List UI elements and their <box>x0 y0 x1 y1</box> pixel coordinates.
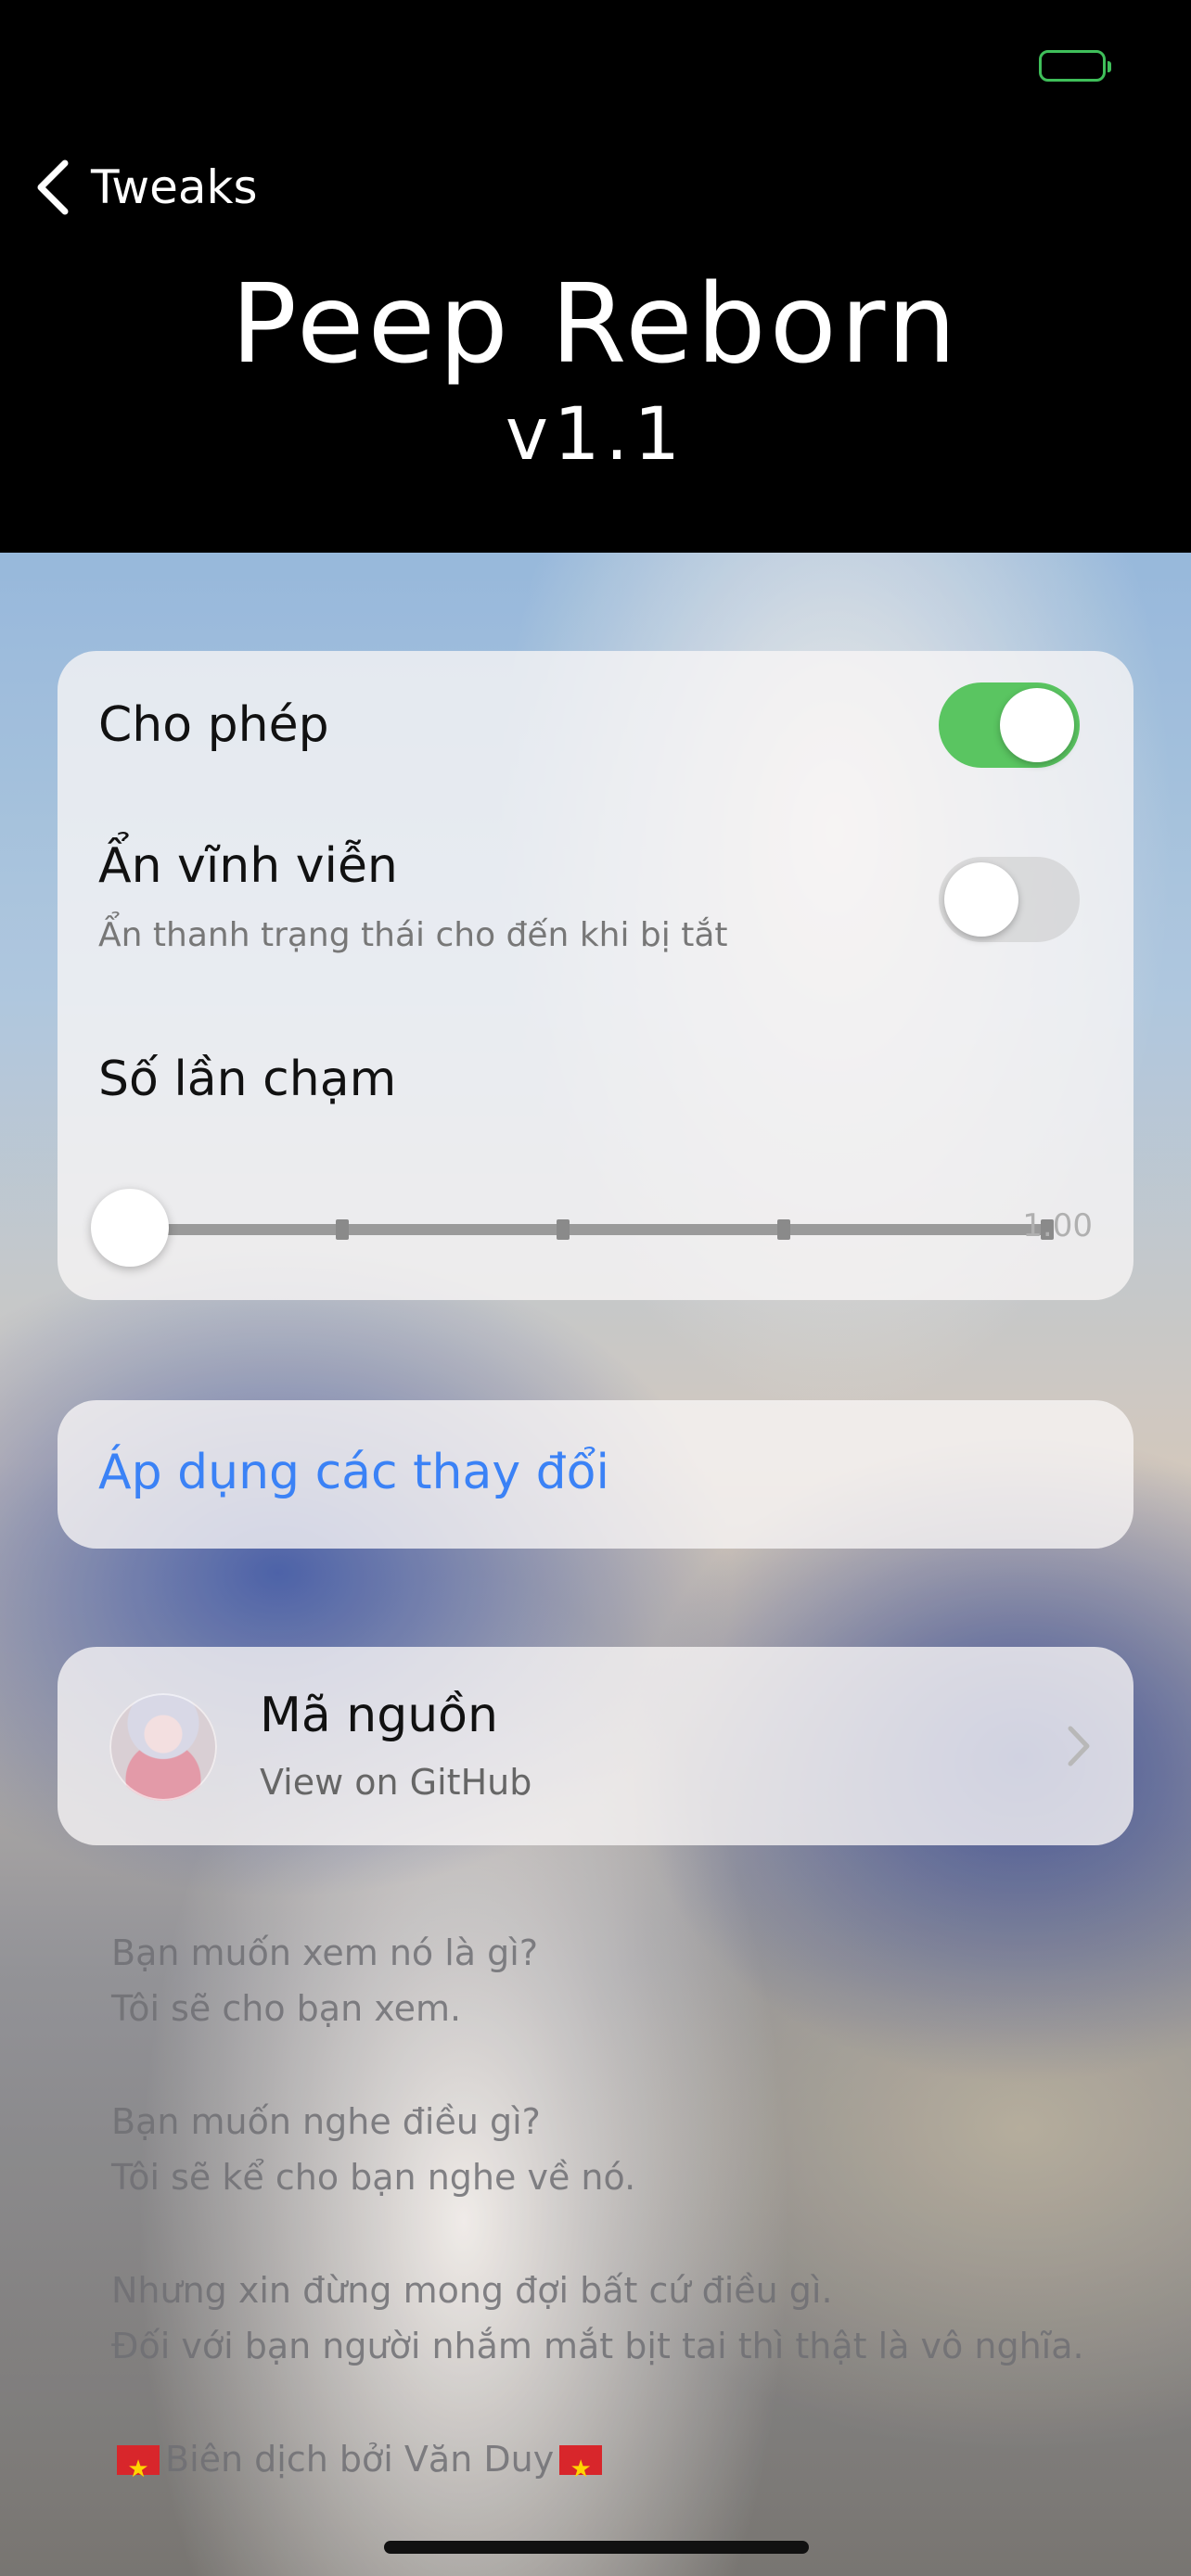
credit-text: Biên dịch bởi Văn Duy <box>165 2439 555 2480</box>
enable-label: Cho phép <box>98 697 329 753</box>
slider-tick <box>336 1219 349 1240</box>
vietnam-flag-icon <box>117 2442 160 2497</box>
source-code-row[interactable]: Mã nguồn View on GitHub <box>58 1647 1133 1845</box>
hide-forever-subtitle: Ẩn thanh trạng thái cho đến khi bị tắt <box>98 916 728 954</box>
home-indicator[interactable] <box>384 2541 809 2554</box>
vietnam-flag-icon <box>559 2442 603 2497</box>
avatar <box>109 1693 217 1801</box>
hide-forever-toggle[interactable] <box>939 857 1080 942</box>
text-line: Tôi sẽ kể cho bạn nghe về nó. <box>111 2157 636 2198</box>
chevron-left-icon <box>37 159 69 215</box>
slider-tick <box>777 1219 790 1240</box>
slider-tick <box>557 1219 570 1240</box>
settings-card: Cho phép Ẩn vĩnh viễn Ẩn thanh trạng thá… <box>58 651 1133 1300</box>
source-subtitle: View on GitHub <box>260 1762 532 1803</box>
toggle-knob <box>1000 688 1074 762</box>
slider-thumb[interactable] <box>91 1189 169 1267</box>
description-text: Bạn muốn xem nó là gì? Tôi sẽ cho bạn xe… <box>111 1925 1095 2497</box>
hide-forever-label: Ẩn vĩnh viễn <box>98 838 398 894</box>
battery-icon <box>1039 50 1111 82</box>
back-label: Tweaks <box>91 160 258 214</box>
back-button[interactable]: Tweaks <box>33 158 258 217</box>
version-label: v1.1 <box>505 393 686 477</box>
tap-count-label: Số lần chạm <box>98 1052 397 1107</box>
header: Tweaks Peep Reborn v1.1 <box>0 0 1191 553</box>
toggle-knob <box>944 862 1018 937</box>
text-line: Tôi sẽ cho bạn xem. <box>111 1988 462 2029</box>
credit-line: Biên dịch bởi Văn Duy <box>111 2431 1095 2497</box>
source-title: Mã nguồn <box>260 1688 498 1743</box>
page-title: Peep Reborn <box>230 260 961 388</box>
text-line: Bạn muốn nghe điều gì? <box>111 2101 541 2142</box>
apply-changes-label: Áp dụng các thay đổi <box>98 1445 609 1500</box>
apply-changes-button[interactable]: Áp dụng các thay đổi <box>58 1400 1133 1549</box>
text-line: Bạn muốn xem nó là gì? <box>111 1932 539 1973</box>
text-line: Đối với bạn người nhắm mắt bịt tai thì t… <box>111 2326 1084 2366</box>
text-line: Nhưng xin đừng mong đợi bất cứ điều gì. <box>111 2270 833 2311</box>
slider-value: 1.00 <box>1022 1207 1093 1244</box>
chevron-right-icon <box>1068 1726 1090 1766</box>
tap-count-slider[interactable] <box>128 1219 1054 1240</box>
enable-toggle[interactable] <box>939 682 1080 768</box>
